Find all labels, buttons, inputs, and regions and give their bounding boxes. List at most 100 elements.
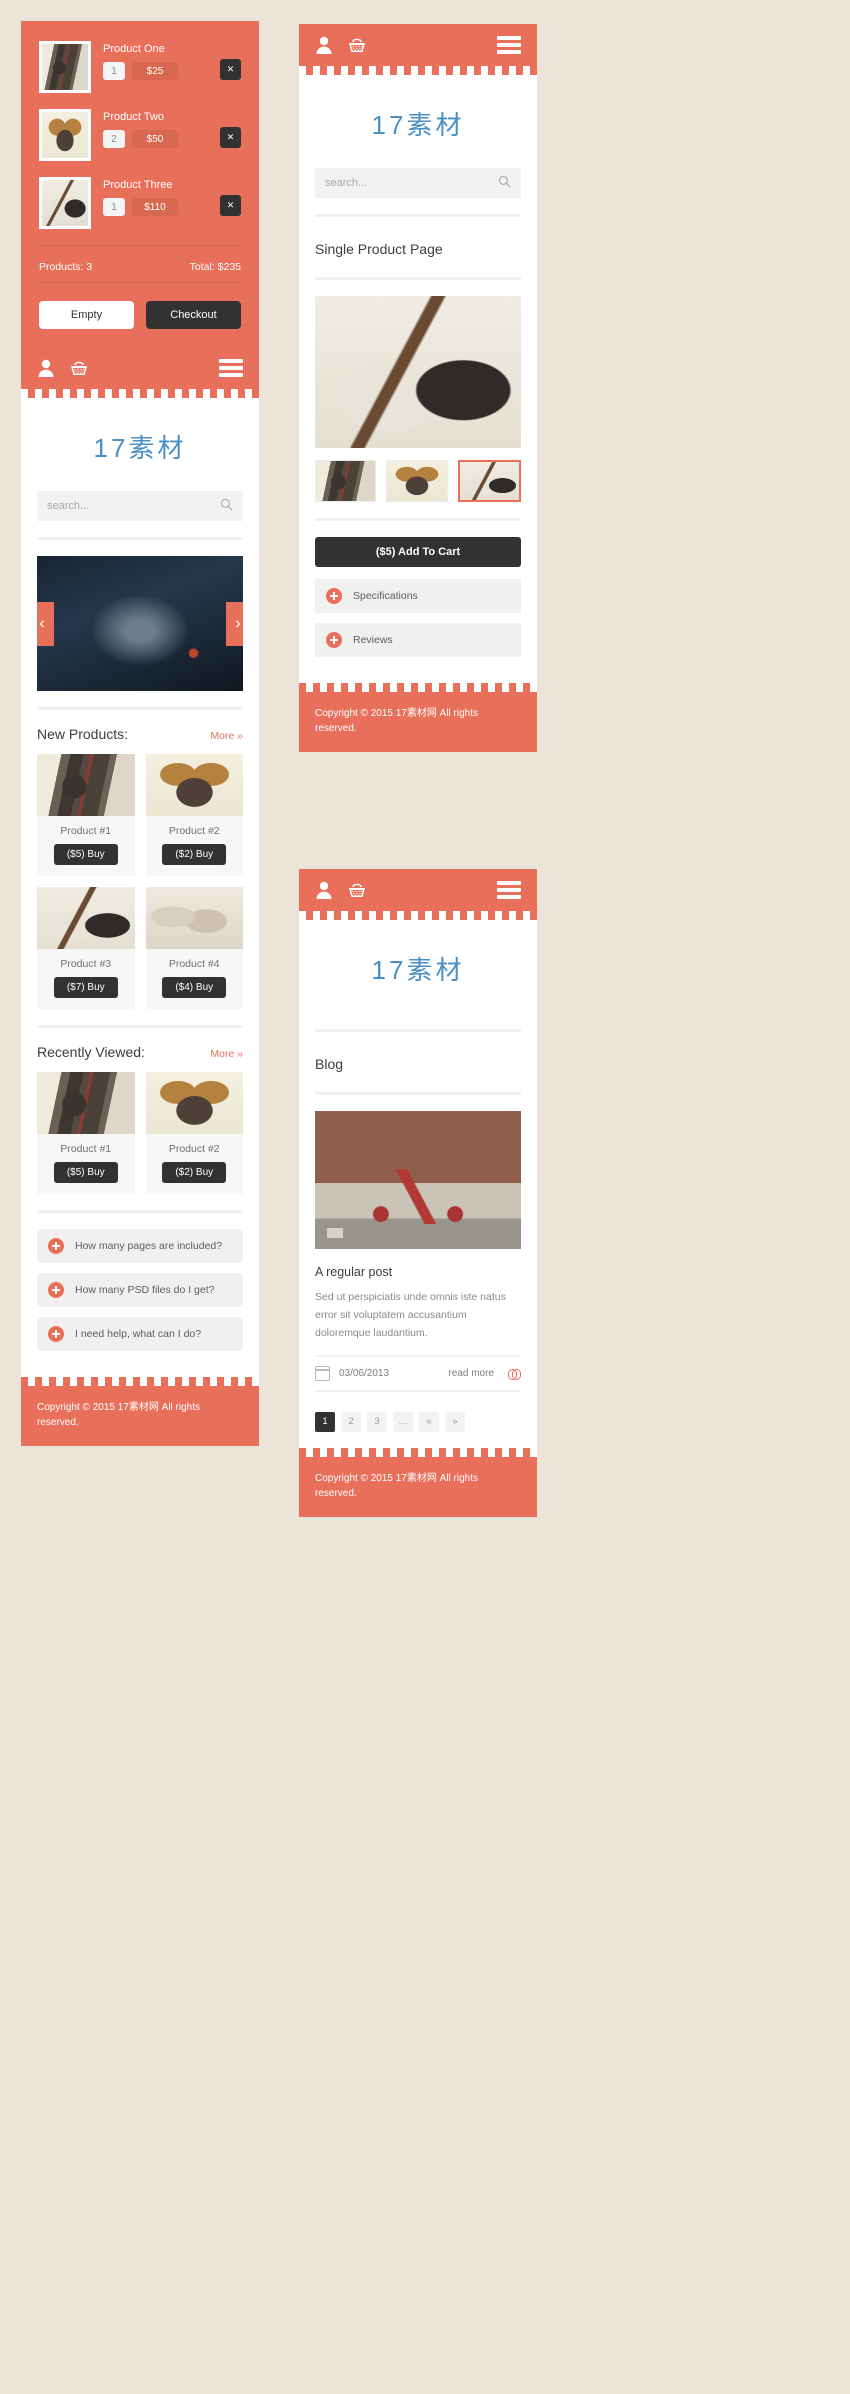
divider [315, 1029, 521, 1032]
search-placeholder: search... [47, 500, 90, 512]
page-title: Blog [315, 1056, 344, 1072]
site-logo: 17素材 [371, 955, 465, 985]
post-excerpt: Sed ut perspiciatis unde omnis iste natu… [315, 1291, 506, 1339]
copyright-text: Copyright © 2015 17素材网 All rights reserv… [315, 708, 478, 734]
search-icon[interactable] [220, 498, 233, 514]
footer: Copyright © 2015 17素材网 All rights reserv… [21, 1386, 259, 1446]
hamburger-menu-icon[interactable] [219, 356, 243, 381]
new-products-grid: Product #1 ($5) Buy Product #2 ($2) Buy … [37, 754, 243, 1009]
home-content: 17素材 search... ‹ › New Products: More » … [21, 398, 259, 1377]
zigzag-divider [299, 911, 537, 920]
checkout-button[interactable]: Checkout [146, 301, 241, 329]
more-link[interactable]: More » [210, 1048, 243, 1060]
carousel-prev-button[interactable]: ‹ [37, 601, 54, 646]
faq-item[interactable]: How many pages are included? [37, 1229, 243, 1263]
product-card[interactable]: Product #1 ($5) Buy [37, 754, 135, 876]
hamburger-menu-icon[interactable] [497, 878, 521, 903]
product-card[interactable]: Product #1 ($5) Buy [37, 1072, 135, 1194]
faq-item[interactable]: I need help, what can I do? [37, 1317, 243, 1351]
copyright-text: Copyright © 2015 17素材网 All rights reserv… [37, 1402, 200, 1428]
product-image [37, 887, 135, 949]
divider [39, 245, 241, 247]
search-input[interactable]: search... [315, 168, 521, 198]
read-more-link[interactable]: read more [448, 1368, 494, 1379]
cart-row[interactable]: Product Two 2 $50 ✕ [39, 109, 241, 161]
buy-button[interactable]: ($4) Buy [162, 977, 227, 998]
product-name: Product #4 [168, 958, 220, 970]
page-last-button[interactable]: » [445, 1411, 465, 1432]
cart-row[interactable]: Product Three 1 $110 ✕ [39, 177, 241, 229]
product-name: Product #2 [168, 825, 220, 837]
navbar-container [299, 869, 537, 920]
basket-icon[interactable] [347, 880, 365, 900]
search-input[interactable]: search... [37, 491, 243, 521]
divider [37, 537, 243, 540]
page-first-button[interactable]: « [419, 1411, 439, 1432]
cart-item-qty[interactable]: 2 [103, 130, 125, 148]
basket-icon[interactable] [347, 35, 365, 55]
add-to-cart-button[interactable]: ($5) Add To Cart [315, 537, 521, 567]
user-icon[interactable] [315, 35, 333, 55]
cart-actions: Empty Checkout [39, 295, 241, 347]
buy-button[interactable]: ($5) Buy [53, 1162, 118, 1183]
cart-item-thumbnail [39, 109, 91, 161]
buy-button[interactable]: ($5) Buy [53, 844, 118, 865]
product-image [145, 1072, 243, 1134]
product-hero-image [315, 296, 521, 448]
page-button[interactable]: 2 [341, 1411, 361, 1432]
pagination: 1 2 3 … « » [315, 1408, 521, 1448]
product-card[interactable]: Product #2 ($2) Buy [145, 1072, 243, 1194]
faq-label: I need help, what can I do? [75, 1328, 202, 1340]
divider [315, 518, 521, 521]
product-name: Product #2 [168, 1143, 220, 1155]
hero-carousel[interactable]: ‹ › [37, 556, 243, 691]
cart-item-remove-button[interactable]: ✕ [220, 59, 241, 80]
user-icon[interactable] [37, 358, 55, 378]
product-name: Product #3 [60, 958, 112, 970]
divider [37, 707, 243, 710]
product-card[interactable]: Product #2 ($2) Buy [145, 754, 243, 876]
copyright-text: Copyright © 2015 17素材网 All rights reserv… [315, 1472, 478, 1499]
cart-item-name: Product Two [103, 111, 164, 123]
buy-button[interactable]: ($7) Buy [53, 977, 118, 998]
mockup-canvas: Product One 1 $25 ✕ Product Two 2 $50 ✕ … [0, 0, 850, 2394]
buy-button[interactable]: ($2) Buy [162, 1162, 227, 1183]
plus-icon [48, 1238, 64, 1254]
faq-item[interactable]: How many PSD files do I get? [37, 1273, 243, 1307]
search-icon[interactable] [498, 175, 511, 191]
zigzag-divider [299, 66, 537, 75]
cart-row[interactable]: Product One 1 $25 ✕ [39, 41, 241, 93]
tab-reviews[interactable]: Reviews [315, 623, 521, 657]
carousel-next-button[interactable]: › [226, 601, 243, 646]
page-button[interactable]: 1 [315, 1411, 335, 1432]
product-card[interactable]: Product #3 ($7) Buy [37, 887, 135, 1009]
tab-specifications[interactable]: Specifications [315, 579, 521, 613]
cart-item-qty[interactable]: 1 [103, 198, 125, 216]
basket-icon[interactable] [69, 358, 87, 378]
page-button[interactable]: 3 [367, 1411, 387, 1432]
screen-home: Product One 1 $25 ✕ Product Two 2 $50 ✕ … [21, 21, 259, 1446]
product-image [37, 754, 135, 816]
post-title[interactable]: A regular post [315, 1265, 521, 1279]
cart-item-remove-button[interactable]: ✕ [220, 195, 241, 216]
tab-label: Specifications [353, 590, 418, 602]
cart-item-name: Product Three [103, 179, 173, 191]
product-thumbnail[interactable] [386, 460, 448, 502]
cart-item-remove-button[interactable]: ✕ [220, 127, 241, 148]
zigzag-divider [299, 1447, 537, 1457]
cart-item-price: $110 [132, 198, 178, 216]
hamburger-menu-icon[interactable] [497, 33, 521, 58]
cart-item-qty[interactable]: 1 [103, 62, 125, 80]
footer: Copyright © 2015 17素材网 All rights reserv… [299, 1456, 537, 1517]
navbar [299, 24, 537, 66]
product-thumbnail-active[interactable] [457, 460, 521, 502]
user-icon[interactable] [315, 880, 333, 900]
divider [37, 1025, 243, 1028]
buy-button[interactable]: ($2) Buy [162, 844, 227, 865]
empty-cart-button[interactable]: Empty [39, 301, 134, 329]
product-card[interactable]: Product #4 ($4) Buy [145, 887, 243, 1009]
cart-item-thumbnail [39, 177, 91, 229]
product-thumbnail[interactable] [315, 460, 377, 502]
more-link[interactable]: More » [210, 730, 243, 742]
navbar [299, 869, 537, 911]
